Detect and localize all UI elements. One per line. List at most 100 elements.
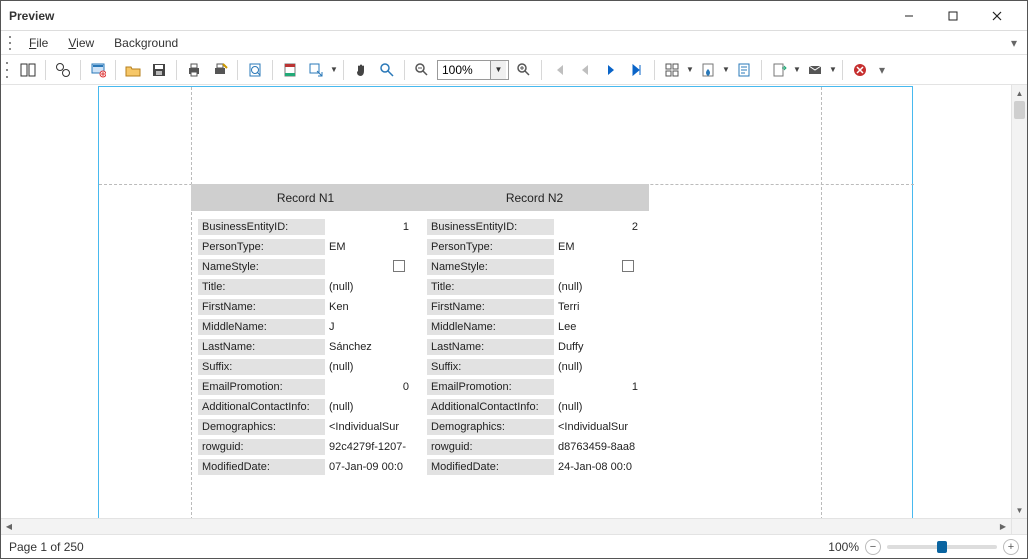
field-row: Demographics:<IndividualSur — [198, 417, 413, 437]
scroll-down-icon[interactable]: ▼ — [1012, 502, 1028, 518]
preview-canvas[interactable]: Record N1 BusinessEntityID:1 PersonType:EM… — [1, 85, 1011, 518]
export-icon[interactable] — [767, 58, 791, 82]
field-label: LastName: — [427, 339, 554, 355]
field-value — [554, 259, 642, 276]
page-setup-icon[interactable] — [243, 58, 267, 82]
zoom-slider[interactable] — [887, 545, 997, 549]
field-label: EmailPromotion: — [427, 379, 554, 395]
save-icon[interactable] — [147, 58, 171, 82]
email-icon[interactable] — [803, 58, 827, 82]
field-label: PersonType: — [198, 239, 325, 255]
field-label: rowguid: — [198, 439, 325, 455]
magnifier-icon[interactable] — [375, 58, 399, 82]
page-color-dropdown[interactable]: ▼ — [721, 65, 731, 74]
field-label: Demographics: — [198, 419, 325, 435]
status-page: Page 1 of 250 — [9, 540, 84, 554]
minimize-button[interactable] — [887, 2, 931, 30]
field-value: Sánchez — [325, 340, 413, 354]
field-label: MiddleName: — [198, 319, 325, 335]
field-label: ModifiedDate: — [427, 459, 554, 475]
menu-view[interactable]: View — [58, 33, 104, 53]
field-label: Demographics: — [427, 419, 554, 435]
field-value: (null) — [554, 280, 642, 294]
export-dropdown[interactable]: ▼ — [792, 65, 802, 74]
zoom-in-icon[interactable] — [512, 58, 536, 82]
menubar-overflow[interactable]: ▾ — [1005, 36, 1023, 50]
toolbar-grip — [6, 62, 12, 78]
field-row: NameStyle: — [198, 257, 413, 277]
field-row: NameStyle: — [427, 257, 642, 277]
scroll-left-icon[interactable]: ◀ — [1, 519, 17, 535]
last-page-icon[interactable] — [625, 58, 649, 82]
scale-dropdown[interactable]: ▼ — [329, 65, 339, 74]
field-row: rowguid:d8763459-8aa8 — [427, 437, 642, 457]
hand-tool-icon[interactable] — [349, 58, 373, 82]
find-icon[interactable] — [51, 58, 75, 82]
horizontal-scrollbar[interactable]: ◀ ▶ — [1, 518, 1011, 534]
close-button[interactable] — [975, 2, 1019, 30]
zoom-input[interactable] — [438, 62, 490, 78]
zoom-minus-button[interactable]: − — [865, 539, 881, 555]
toolbar-overflow[interactable]: ▾ — [875, 63, 889, 77]
field-value: Lee — [554, 320, 642, 334]
close-preview-icon[interactable] — [848, 58, 872, 82]
field-label: NameStyle: — [198, 259, 325, 275]
email-dropdown[interactable]: ▼ — [828, 65, 838, 74]
page: Record N1 BusinessEntityID:1 PersonType:EM… — [98, 86, 913, 518]
field-label: BusinessEntityID: — [198, 219, 325, 235]
thumbnails-icon[interactable] — [16, 58, 40, 82]
menu-file-rest: ile — [36, 36, 48, 50]
field-value: EM — [325, 240, 413, 254]
field-value: d8763459-8aa8 — [554, 440, 642, 454]
field-label: Title: — [198, 279, 325, 295]
field-value: Duffy — [554, 340, 642, 354]
field-value: 07-Jan-09 00:0 — [325, 460, 413, 474]
field-label: ModifiedDate: — [198, 459, 325, 475]
checkbox-icon — [393, 260, 405, 272]
status-bar: Page 1 of 250 100% − + — [1, 534, 1027, 558]
scroll-right-icon[interactable]: ▶ — [995, 519, 1011, 535]
maximize-button[interactable] — [931, 2, 975, 30]
multipage-icon[interactable] — [660, 58, 684, 82]
zoom-out-icon[interactable] — [410, 58, 434, 82]
page-color-icon[interactable] — [696, 58, 720, 82]
print-icon[interactable] — [182, 58, 206, 82]
scroll-up-icon[interactable]: ▲ — [1012, 85, 1028, 101]
quick-print-icon[interactable] — [208, 58, 232, 82]
record-header: Record N1 — [191, 184, 420, 211]
field-row: BusinessEntityID:1 — [198, 217, 413, 237]
field-row: Suffix:(null) — [198, 357, 413, 377]
field-row: PersonType:EM — [427, 237, 642, 257]
field-row: ModifiedDate:24-Jan-08 00:0 — [427, 457, 642, 477]
field-row: Suffix:(null) — [427, 357, 642, 377]
settings-icon[interactable] — [86, 58, 110, 82]
header-footer-icon[interactable] — [278, 58, 302, 82]
multipage-dropdown[interactable]: ▼ — [685, 65, 695, 74]
field-value: (null) — [325, 400, 413, 414]
field-row: Title:(null) — [427, 277, 642, 297]
field-value: 92c4279f-1207- — [325, 440, 413, 454]
prev-page-icon[interactable] — [573, 58, 597, 82]
watermark-icon[interactable] — [732, 58, 756, 82]
field-row: EmailPromotion:0 — [198, 377, 413, 397]
vertical-scrollbar[interactable]: ▲ ▼ — [1011, 85, 1027, 518]
zoom-combo-dropdown[interactable]: ▼ — [490, 61, 506, 79]
field-label: rowguid: — [427, 439, 554, 455]
next-page-icon[interactable] — [599, 58, 623, 82]
status-zoom: 100% — [828, 540, 859, 554]
menu-view-rest: iew — [76, 36, 94, 50]
first-page-icon[interactable] — [547, 58, 571, 82]
open-icon[interactable] — [121, 58, 145, 82]
field-row: MiddleName:J — [198, 317, 413, 337]
scale-icon[interactable] — [304, 58, 328, 82]
field-value — [325, 259, 413, 276]
zoom-plus-button[interactable]: + — [1003, 539, 1019, 555]
zoom-combo[interactable]: ▼ — [437, 60, 509, 80]
field-value: <IndividualSur — [554, 420, 642, 434]
field-row: AdditionalContactInfo:(null) — [198, 397, 413, 417]
field-label: FirstName: — [198, 299, 325, 315]
menu-file[interactable]: File — [19, 33, 58, 53]
field-label: LastName: — [198, 339, 325, 355]
field-value: (null) — [325, 360, 413, 374]
menu-background[interactable]: Background — [104, 33, 188, 53]
